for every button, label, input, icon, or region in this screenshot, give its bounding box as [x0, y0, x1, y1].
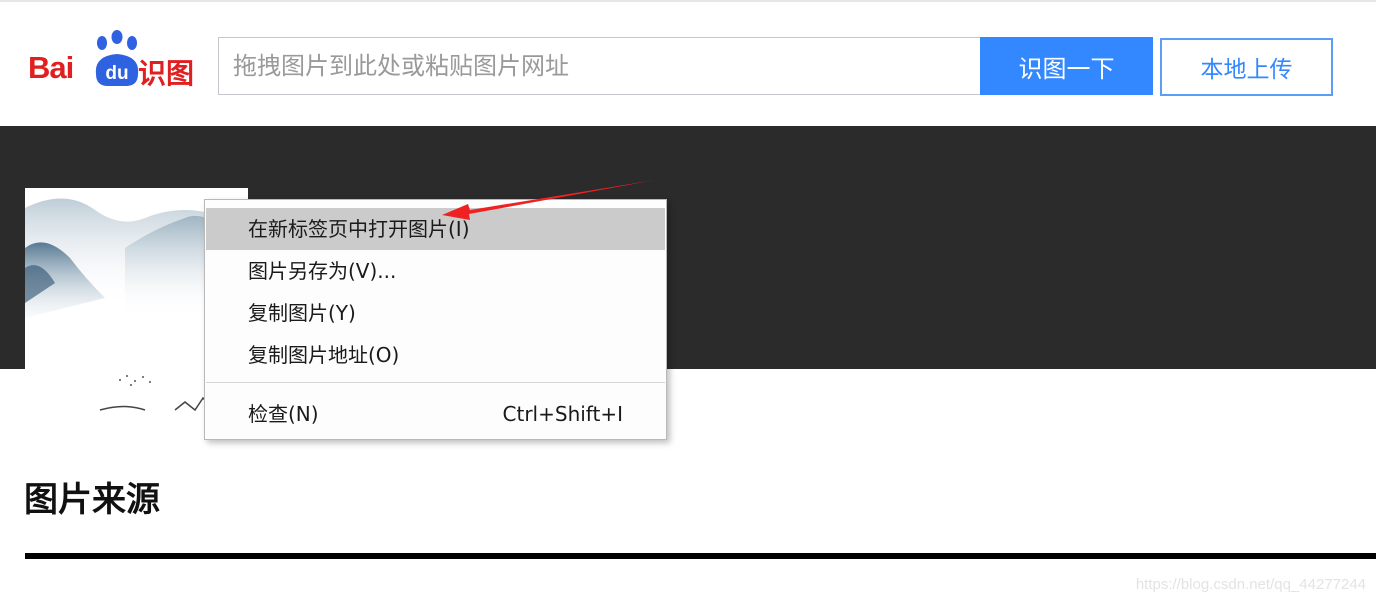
section-title: 图片来源 [24, 480, 160, 520]
menu-item-copy-image-address[interactable]: 复制图片地址(O) [206, 334, 665, 376]
menu-item-copy-image[interactable]: 复制图片(Y) [206, 292, 665, 334]
local-upload-button[interactable]: 本地上传 [1160, 38, 1333, 96]
search-image-button[interactable]: 识图一下 [980, 37, 1153, 95]
logo-du-text: du [105, 63, 128, 84]
top-border [0, 0, 1376, 6]
menu-item-save-image-as[interactable]: 图片另存为(V)... [206, 250, 665, 292]
menu-item-open-in-new-tab[interactable]: 在新标签页中打开图片(I) [206, 208, 665, 250]
menu-item-label: 复制图片地址(O) [248, 343, 400, 367]
menu-separator [206, 382, 665, 383]
context-menu: 在新标签页中打开图片(I) 图片另存为(V)... 复制图片(Y) 复制图片地址… [204, 199, 667, 440]
menu-item-label: 图片另存为(V)... [248, 259, 397, 283]
menu-item-inspect[interactable]: 检查(N) Ctrl+Shift+I [206, 393, 665, 435]
section-divider [25, 553, 1376, 559]
menu-item-shortcut: Ctrl+Shift+I [502, 402, 623, 426]
baidu-shitu-logo[interactable]: Bai du 识图 [28, 30, 200, 90]
image-url-input[interactable] [218, 37, 980, 95]
logo-bai-text: Bai [28, 50, 74, 85]
logo-shitu-text: 识图 [138, 57, 195, 90]
menu-item-label: 在新标签页中打开图片(I) [248, 217, 470, 241]
menu-item-label: 复制图片(Y) [248, 301, 356, 325]
watermark-text: https://blog.csdn.net/qq_44277244 [1135, 576, 1366, 593]
menu-item-label: 检查(N) [248, 402, 319, 426]
